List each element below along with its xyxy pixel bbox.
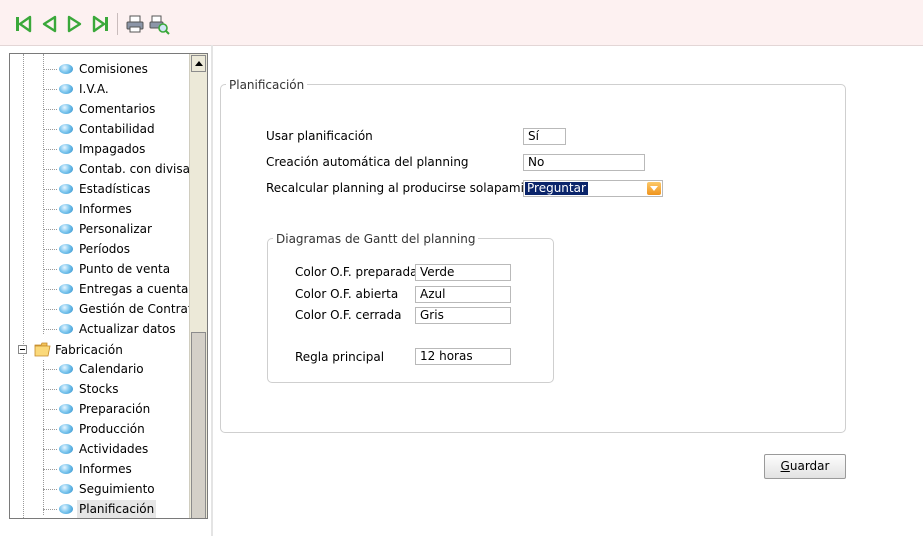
- node-icon: [59, 404, 73, 414]
- node-icon: [59, 284, 73, 294]
- node-icon: [59, 304, 73, 314]
- toolbar-separator: [117, 13, 118, 35]
- node-icon: [59, 204, 73, 214]
- node-icon: [59, 384, 73, 394]
- previous-record-icon[interactable]: [38, 13, 60, 35]
- toolbar: [0, 0, 923, 46]
- chevron-down-icon[interactable]: [647, 182, 661, 195]
- node-icon: [59, 264, 73, 274]
- next-record-icon[interactable]: [64, 13, 86, 35]
- node-icon: [59, 484, 73, 494]
- creacion-automatica-field[interactable]: No: [523, 154, 645, 171]
- node-icon: [59, 364, 73, 374]
- color-cerrada-label: Color O.F. cerrada: [295, 308, 402, 322]
- tree-guide-line: [23, 54, 24, 518]
- regla-principal-field[interactable]: 12 horas: [415, 348, 511, 365]
- recalcular-planning-label: Recalcular planning al producirse solapa…: [266, 181, 558, 195]
- node-icon: [59, 104, 73, 114]
- creacion-automatica-label: Creación automática del planning: [266, 155, 469, 169]
- tree-guide-line: [43, 54, 44, 334]
- color-abierta-label: Color O.F. abierta: [295, 287, 399, 301]
- node-icon: [59, 444, 73, 454]
- node-icon: [59, 424, 73, 434]
- planificacion-legend: Planificación: [226, 78, 308, 92]
- print-preview-icon[interactable]: [148, 13, 170, 35]
- save-accesskey: G: [780, 459, 790, 473]
- color-preparada-label: Color O.F. preparada: [295, 265, 418, 279]
- panel-splitter[interactable]: [211, 45, 213, 536]
- node-icon: [59, 144, 73, 154]
- node-icon: [59, 164, 73, 174]
- usar-planificacion-label: Usar planificación: [266, 129, 373, 143]
- last-record-icon[interactable]: [90, 13, 112, 35]
- first-record-icon[interactable]: [12, 13, 34, 35]
- recalcular-planning-select[interactable]: Preguntar: [523, 180, 663, 197]
- open-folder-icon: [34, 342, 52, 357]
- node-icon: [59, 124, 73, 134]
- node-icon: [59, 64, 73, 74]
- color-preparada-field[interactable]: Verde: [415, 264, 511, 281]
- regla-principal-label: Regla principal: [295, 350, 385, 364]
- color-abierta-field[interactable]: Azul: [415, 286, 511, 303]
- gantt-legend: Diagramas de Gantt del planning: [273, 232, 479, 246]
- node-icon: [59, 84, 73, 94]
- node-icon: [59, 244, 73, 254]
- node-icon: [59, 324, 73, 334]
- node-icon: [59, 504, 73, 514]
- node-icon: [59, 464, 73, 474]
- recalcular-planning-value: Preguntar: [525, 181, 588, 195]
- scroll-thumb[interactable]: [191, 332, 206, 518]
- tree-guide-line: [43, 360, 44, 515]
- scroll-up-icon[interactable]: [191, 55, 206, 72]
- save-button[interactable]: Guardar: [764, 454, 846, 479]
- print-icon[interactable]: [124, 13, 146, 35]
- collapse-icon[interactable]: [18, 345, 27, 354]
- color-cerrada-field[interactable]: Gris: [415, 307, 511, 324]
- save-label-rest: uardar: [789, 459, 830, 473]
- node-icon: [59, 184, 73, 194]
- node-icon: [59, 224, 73, 234]
- tree-scrollbar[interactable]: [189, 54, 207, 518]
- navigation-tree: Comisiones I.V.A. Comentarios Contabilid…: [9, 53, 208, 519]
- usar-planificacion-field[interactable]: Sí: [523, 128, 566, 145]
